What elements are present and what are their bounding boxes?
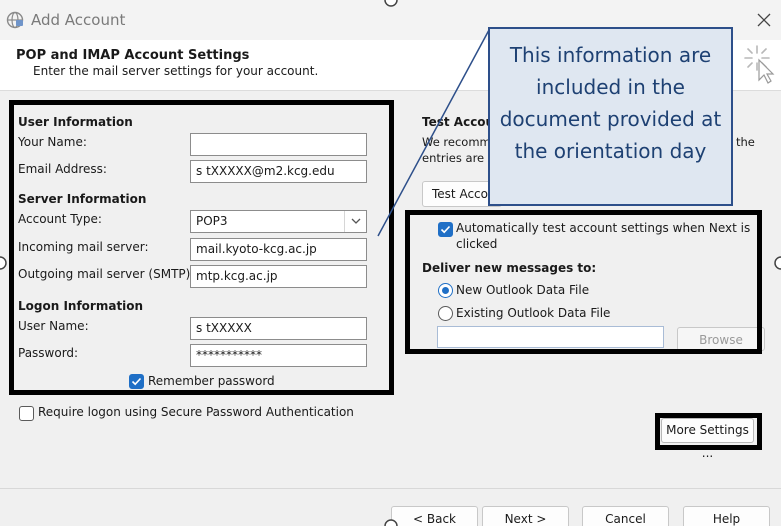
- cancel-button[interactable]: Cancel: [582, 506, 669, 526]
- more-settings-highlight-frame: [655, 413, 762, 450]
- resize-handle-right[interactable]: [773, 255, 781, 271]
- spa-label: Require logon using Secure Password Auth…: [38, 405, 354, 419]
- test-settings-desc-1: We recomm: [422, 135, 491, 149]
- resize-handle-bottom[interactable]: [383, 518, 399, 526]
- sparkle-cursor-icon: [744, 45, 775, 84]
- header-title: POP and IMAP Account Settings: [16, 48, 250, 63]
- next-button[interactable]: Next >: [482, 506, 569, 526]
- footer-divider: [0, 488, 781, 489]
- resize-handle-top[interactable]: [383, 0, 399, 8]
- deliver-settings-highlight-frame: [405, 210, 762, 354]
- resize-handle-left[interactable]: [0, 255, 8, 271]
- header-subtitle: Enter the mail server settings for your …: [33, 64, 319, 78]
- test-settings-desc-2: entries are c: [422, 151, 495, 165]
- help-button[interactable]: Help: [683, 506, 770, 526]
- close-icon[interactable]: [754, 10, 774, 30]
- orientation-info-callout: This information are included in the doc…: [488, 27, 733, 206]
- spa-checkbox[interactable]: [19, 406, 34, 421]
- back-button[interactable]: < Back: [391, 506, 478, 526]
- window-title: Add Account: [31, 11, 126, 29]
- user-settings-highlight-frame: [9, 100, 394, 395]
- test-settings-desc-tail: the: [736, 135, 755, 149]
- outlook-app-icon: [6, 11, 24, 29]
